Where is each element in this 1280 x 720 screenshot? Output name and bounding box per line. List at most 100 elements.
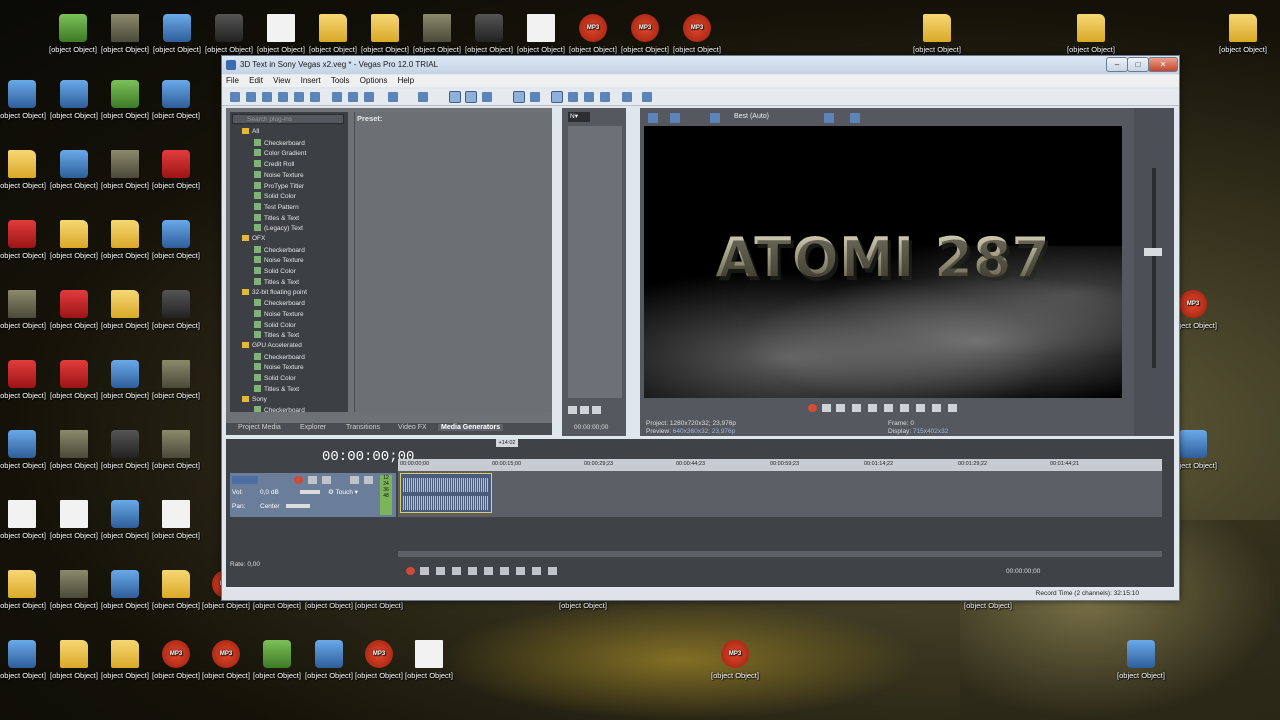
tree-plugin-item[interactable]: (Legacy) Text <box>254 224 303 232</box>
tree-plugin-item[interactable]: Titles & Text <box>254 213 299 222</box>
arm-record-icon[interactable] <box>294 476 303 484</box>
play-icon[interactable] <box>852 404 861 412</box>
tree-plugin-item[interactable]: ProType Titler <box>254 181 304 190</box>
ignore-grouping-icon[interactable] <box>584 92 594 102</box>
desktop-icon[interactable]: MP3 [object Object] <box>664 14 730 54</box>
timeline-prev-frame-icon[interactable] <box>532 567 541 575</box>
events-icon[interactable] <box>600 92 610 102</box>
menu-options[interactable]: Options <box>356 75 392 86</box>
envelope-tool-icon[interactable] <box>465 91 477 103</box>
menu-help[interactable]: Help <box>394 75 418 86</box>
tree-plugin-item[interactable]: Solid Color <box>254 267 296 275</box>
desktop-icon[interactable]: [object Object] <box>1108 640 1174 680</box>
redo-icon[interactable] <box>418 92 428 102</box>
next-frame-icon[interactable] <box>948 404 957 412</box>
timeline-play-start-icon[interactable] <box>436 567 445 575</box>
tab-transitions[interactable]: Transitions <box>346 424 380 431</box>
tree-plugin-item[interactable]: Solid Color <box>254 320 296 329</box>
solo-icon[interactable] <box>364 476 373 484</box>
timeline-pause-icon[interactable] <box>468 567 477 575</box>
desktop-icon[interactable]: MP3 [object Object] <box>702 640 768 680</box>
track-motion-icon[interactable] <box>322 476 331 484</box>
desktop-icon[interactable]: [object Object] <box>396 640 462 680</box>
desktop-icon[interactable]: [object Object] <box>143 500 209 540</box>
menu-tools[interactable]: Tools <box>327 75 354 86</box>
video-fx-icon[interactable] <box>710 113 720 123</box>
lock-envelopes-icon[interactable] <box>568 92 578 102</box>
volume-slider[interactable] <box>300 490 320 494</box>
menu-insert[interactable]: Insert <box>297 75 325 86</box>
menu-view[interactable]: View <box>269 75 294 86</box>
timeline-end-icon[interactable] <box>516 567 525 575</box>
minimize-button[interactable]: – <box>1106 57 1128 72</box>
menu-edit[interactable]: Edit <box>245 75 267 86</box>
tab-project-media[interactable]: Project Media <box>238 424 281 431</box>
tree-plugin-item[interactable]: Test Pattern <box>254 202 299 211</box>
mute-icon[interactable] <box>350 476 359 484</box>
tree-plugin-item[interactable]: Noise Texture <box>254 256 304 264</box>
normal-edit-tool-icon[interactable] <box>449 91 461 103</box>
render-icon[interactable] <box>294 92 304 102</box>
timeline-scrollbar[interactable] <box>398 551 1162 557</box>
tree-plugin-item[interactable]: Checkerboard <box>254 352 305 361</box>
loop-icon[interactable] <box>822 404 831 412</box>
external-monitor-icon[interactable] <box>670 113 680 123</box>
trimmer-pause-icon[interactable] <box>580 406 589 414</box>
preview-properties-icon[interactable] <box>648 113 658 123</box>
trimmer-selector[interactable]: N▾ <box>568 112 590 122</box>
desktop-icon[interactable]: [object Object] <box>143 430 209 470</box>
timeline-ruler[interactable]: 00:00:00;00 00:00:15;00 00:00:29;23 00:0… <box>398 459 1162 471</box>
whats-this-icon[interactable] <box>642 92 652 102</box>
go-to-end-icon[interactable] <box>916 404 925 412</box>
tab-explorer[interactable]: Explorer <box>300 424 326 431</box>
overlays-icon[interactable] <box>824 113 834 123</box>
help-pointer-icon[interactable] <box>622 92 632 102</box>
preview-quality-dropdown[interactable]: Best (Auto) <box>734 113 769 120</box>
desktop-icon[interactable]: [object Object] <box>143 220 209 260</box>
timeline-marker[interactable]: +14:02 <box>496 439 518 447</box>
tree-folder[interactable]: All <box>242 128 259 135</box>
trimmer-stop-icon[interactable] <box>592 406 601 414</box>
tab-video-fx[interactable]: Video FX <box>398 424 427 431</box>
tree-plugin-item[interactable]: Checkerboard <box>254 138 305 147</box>
record-icon[interactable] <box>808 404 817 412</box>
audio-event-clip[interactable] <box>400 473 492 513</box>
stop-icon[interactable] <box>884 404 893 412</box>
tree-plugin-item[interactable]: Color Gradient <box>254 149 306 157</box>
title-bar[interactable]: 3D Text in Sony Vegas x2.veg * - Vegas P… <box>222 56 1179 74</box>
desktop-icon[interactable]: [object Object] <box>143 290 209 330</box>
desktop-icon[interactable]: [object Object] <box>1058 14 1124 54</box>
maximize-button[interactable]: □ <box>1127 57 1149 72</box>
properties-icon[interactable] <box>310 92 320 102</box>
menu-file[interactable]: File <box>222 75 243 86</box>
tree-plugin-item[interactable]: Checkerboard <box>254 406 305 412</box>
cut-icon[interactable] <box>332 92 342 102</box>
trimmer-play-icon[interactable] <box>568 406 577 414</box>
save-icon[interactable] <box>262 92 272 102</box>
auto-crossfade-icon[interactable] <box>530 92 540 102</box>
copy-icon[interactable] <box>348 92 358 102</box>
tree-folder[interactable]: OFX <box>242 235 265 242</box>
pause-icon[interactable] <box>868 404 877 412</box>
tree-plugin-item[interactable]: Titles & Text <box>254 277 299 286</box>
tree-plugin-item[interactable]: Noise Texture <box>254 170 304 179</box>
snapping-icon[interactable] <box>513 91 525 103</box>
undo-icon[interactable] <box>388 92 398 102</box>
timeline-next-frame-icon[interactable] <box>548 567 557 575</box>
tree-folder[interactable]: Sony <box>242 395 267 403</box>
paste-icon[interactable] <box>364 92 374 102</box>
tree-plugin-item[interactable]: Credit Roll <box>254 160 294 168</box>
tab-media-generators[interactable]: Media Generators <box>438 424 504 431</box>
open-icon[interactable] <box>246 92 256 102</box>
track-fx-icon[interactable] <box>308 476 317 484</box>
tree-folder[interactable]: 32-bit floating point <box>242 288 307 296</box>
desktop-icon[interactable]: [object Object] <box>143 150 209 190</box>
tree-folder[interactable]: GPU Accelerated <box>242 342 302 349</box>
selection-tool-icon[interactable] <box>482 92 492 102</box>
audio-track-lane[interactable] <box>398 471 1162 517</box>
desktop-icon[interactable]: [object Object] <box>904 14 970 54</box>
timeline-play-icon[interactable] <box>452 567 461 575</box>
timeline-start-icon[interactable] <box>500 567 509 575</box>
automation-mode[interactable]: ⚙ Touch ▾ <box>328 488 358 496</box>
desktop-icon[interactable]: [object Object] <box>143 80 209 120</box>
